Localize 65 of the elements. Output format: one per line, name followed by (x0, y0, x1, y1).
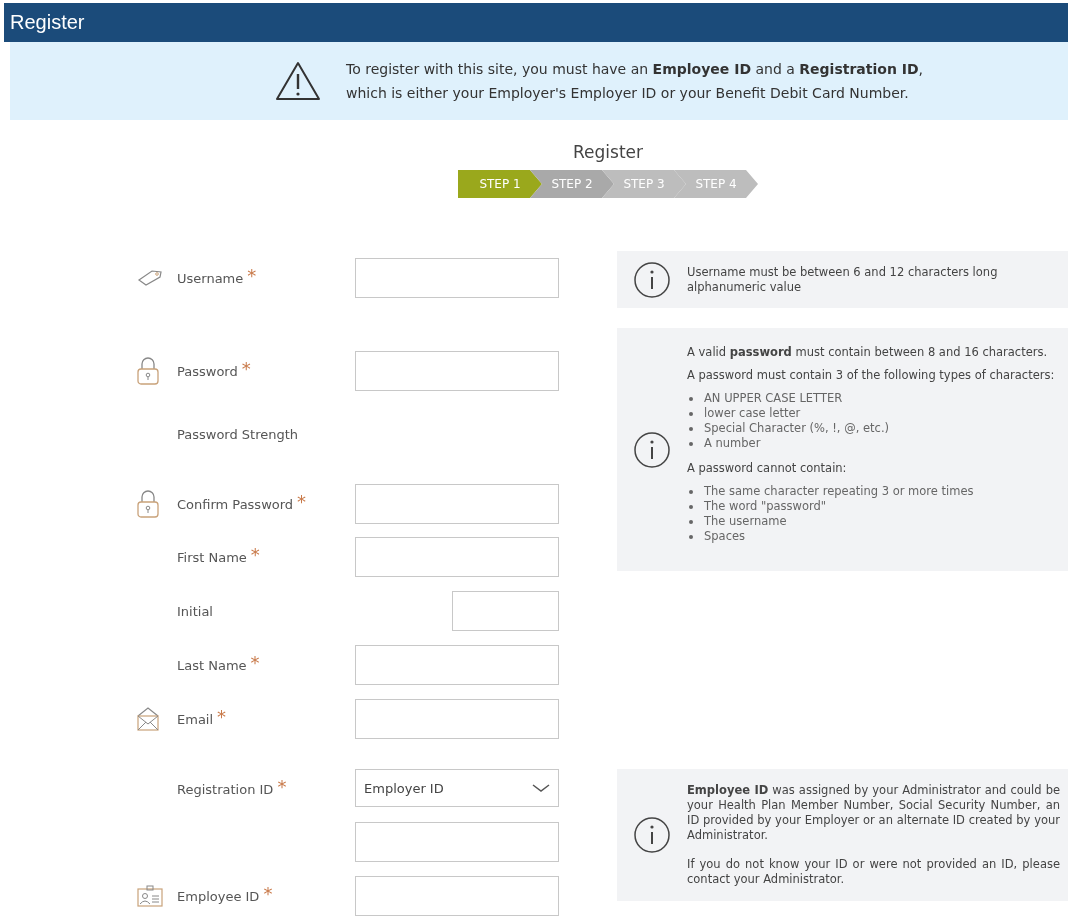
input-field[interactable] (355, 258, 559, 298)
bullet-icon (689, 504, 693, 509)
required-mark: * (247, 265, 257, 286)
step-indicator: STEP 4 (674, 170, 758, 198)
tag-icon (137, 269, 163, 287)
step-indicator: STEP 1 (458, 170, 542, 198)
field-label: First Name (177, 549, 247, 565)
info-text: Employee ID was assigned by your Administrator and could be your Health Plan Member Number, Social Security Number, an ID provided by your Employer or an alternate ID created by your Administrator. (687, 783, 1060, 843)
lock-icon (137, 357, 159, 385)
info-text: A password cannot contain: (687, 461, 848, 476)
input-field[interactable] (452, 591, 559, 631)
id-card-icon (137, 885, 163, 907)
field-label: Username (177, 270, 244, 286)
bullet-icon (689, 426, 693, 431)
bullet-icon (689, 534, 693, 539)
info-icon (633, 816, 671, 854)
info-text: A valid password must contain between 8 and 16 characters. (687, 345, 1049, 360)
input-field[interactable] (355, 537, 559, 577)
info-icon (633, 260, 671, 299)
input-field[interactable] (355, 484, 559, 524)
bullet-icon (689, 519, 693, 524)
info-text: If you do not know your ID or were not provided an ID, please contact your Administrator. (687, 857, 1060, 887)
lock-icon (137, 490, 159, 518)
bullet-icon (689, 396, 693, 401)
dropdown[interactable]: Employer ID (355, 769, 559, 807)
warning-icon (275, 61, 321, 101)
envelope-icon (137, 707, 159, 731)
list-item: AN UPPER CASE LETTER (704, 391, 843, 406)
bullet-icon (689, 411, 693, 416)
required-mark: * (250, 652, 260, 673)
required-mark: * (250, 544, 260, 565)
list-item: The word "password" (704, 499, 827, 514)
page-title: Register (9, 11, 85, 34)
required-mark: * (263, 883, 273, 904)
notice-text: To register with this site, you must have an Employee ID and a Registration ID, which is either your Employer's Employer ID or your Benefit Debit Card Number. (346, 60, 924, 103)
bullet-icon (689, 441, 693, 446)
list-item: lower case letter (704, 406, 801, 421)
required-mark: * (217, 706, 227, 727)
field-label: Employee ID (177, 888, 260, 904)
required-mark: * (297, 491, 307, 512)
input-field[interactable] (355, 351, 559, 391)
field-label: Password (177, 363, 238, 379)
required-mark: * (241, 358, 251, 379)
form-title: Register (572, 142, 644, 162)
required-mark: * (277, 776, 287, 797)
field-label: Initial (177, 603, 213, 619)
list-item: A number (704, 436, 761, 451)
input-field[interactable] (355, 699, 559, 739)
list-item: Spaces (704, 529, 746, 544)
field-label: Password Strength (177, 426, 299, 442)
info-icon (633, 430, 671, 469)
input-field[interactable] (355, 822, 559, 862)
input-field[interactable] (355, 645, 559, 685)
list-item: The same character repeating 3 or more times (704, 484, 974, 499)
field-label: Last Name (177, 657, 247, 673)
info-text: Username must be between 6 and 12 characters long alphanumeric value (687, 264, 999, 295)
field-label: Email (177, 711, 214, 727)
chevron-icon (532, 783, 550, 793)
list-item: Special Character (%, !, @, etc.) (704, 421, 890, 436)
list-item: The username (704, 514, 787, 529)
field-label: Registration ID (177, 781, 274, 797)
info-text: A password must contain 3 of the following types of characters: (687, 368, 1055, 383)
input-field[interactable] (355, 876, 559, 916)
field-label: Confirm Password (177, 496, 294, 512)
bullet-icon (689, 489, 693, 494)
